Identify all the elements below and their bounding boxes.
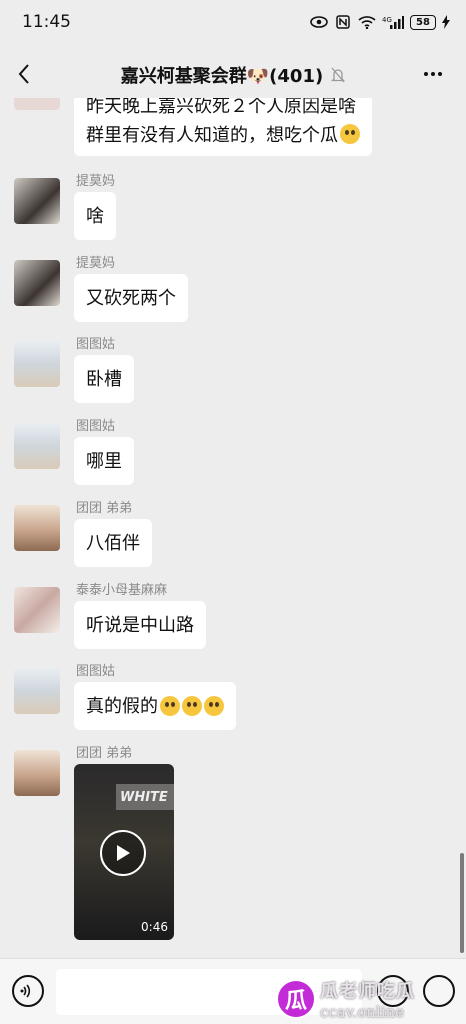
bell-off-icon <box>331 67 346 88</box>
battery-indicator: 58 <box>410 14 436 30</box>
message-bubble[interactable]: 八佰伴 <box>74 519 152 567</box>
message-bubble[interactable]: 真的假的 <box>74 682 236 730</box>
video-duration: 0:46 <box>141 920 168 934</box>
video-sign: WHITE <box>116 784 174 810</box>
sender-name: 提莫妈 <box>76 174 116 189</box>
voice-button[interactable] <box>12 975 44 1007</box>
avatar[interactable] <box>14 260 60 306</box>
more-icon <box>424 72 428 76</box>
sender-name: 泰泰小母基麻麻 <box>76 583 168 598</box>
avatar[interactable] <box>14 587 60 633</box>
avatar[interactable] <box>14 341 60 387</box>
signal-icon: 4G <box>382 15 404 29</box>
message-text: 听说是中山路 <box>86 614 194 636</box>
message-bubble[interactable]: 卧槽 <box>74 355 134 403</box>
message-list[interactable]: 昨天晚上嘉兴砍死２个人原因是啥 群里有没有人知道的，想吃个瓜 提莫妈 啥 提莫妈… <box>0 98 466 958</box>
message-bubble[interactable]: 哪里 <box>74 437 134 485</box>
more-button[interactable] <box>420 62 446 86</box>
message-text: 昨天晚上嘉兴砍死２个人原因是啥 <box>86 98 356 117</box>
sender-name: 提莫妈 <box>76 256 116 271</box>
eye-icon <box>310 15 328 29</box>
charging-icon <box>442 15 450 29</box>
sender-name: 团团 弟弟 <box>76 746 133 761</box>
svg-text:4G: 4G <box>382 16 392 24</box>
status-time: 11:45 <box>22 12 71 32</box>
watermark-line2: ccav.online <box>320 1002 405 1021</box>
face-emoji-icon <box>160 696 180 716</box>
avatar[interactable] <box>14 505 60 551</box>
voice-icon <box>20 984 31 998</box>
message-bubble[interactable]: 啥 <box>74 192 116 240</box>
message-text: 哪里 <box>86 450 122 472</box>
sender-name: 图图姑 <box>76 419 116 434</box>
message-text: 真的假的 <box>86 695 158 717</box>
face-emoji-icon <box>204 696 224 716</box>
status-bar: 11:45 4G 58 <box>0 0 466 44</box>
avatar[interactable] <box>14 668 60 714</box>
face-emoji-icon <box>182 696 202 716</box>
message-text-line2: 群里有没有人知道的，想吃个瓜 <box>86 121 360 150</box>
nfc-icon <box>334 15 352 29</box>
play-icon[interactable] <box>100 830 146 876</box>
status-icons: 4G 58 <box>310 14 450 30</box>
avatar[interactable] <box>14 98 60 110</box>
video-message[interactable]: WHITE 0:46 <box>74 764 174 940</box>
group-name: 嘉兴柯基聚会群🐶(401) <box>120 66 324 87</box>
message-bubble[interactable]: 又砍死两个 <box>74 274 188 322</box>
message-text: 卧槽 <box>86 368 122 390</box>
watermark-line1: 瓜老师吃瓜 <box>320 980 415 1002</box>
face-emoji-icon <box>340 124 360 144</box>
page-title[interactable]: 嘉兴柯基聚会群🐶(401) <box>0 62 466 88</box>
avatar[interactable] <box>14 178 60 224</box>
sender-name: 团团 弟弟 <box>76 501 133 516</box>
message-bubble[interactable]: 听说是中山路 <box>74 601 206 649</box>
message-text: 又砍死两个 <box>86 287 176 309</box>
message-bubble[interactable]: 昨天晚上嘉兴砍死２个人原因是啥 群里有没有人知道的，想吃个瓜 <box>74 98 372 156</box>
scrollbar[interactable] <box>460 853 464 953</box>
message-text: 八佰伴 <box>86 532 140 554</box>
sender-name: 图图姑 <box>76 664 116 679</box>
avatar[interactable] <box>14 423 60 469</box>
watermark: 瓜 瓜老师吃瓜 ccav.online <box>276 973 466 1024</box>
message-text: 啥 <box>86 205 104 227</box>
watermark-logo: 瓜 <box>276 978 316 1019</box>
chat-header: 嘉兴柯基聚会群🐶(401) <box>0 50 466 98</box>
wifi-icon <box>358 15 376 29</box>
sender-name: 图图姑 <box>76 337 116 352</box>
avatar[interactable] <box>14 750 60 796</box>
